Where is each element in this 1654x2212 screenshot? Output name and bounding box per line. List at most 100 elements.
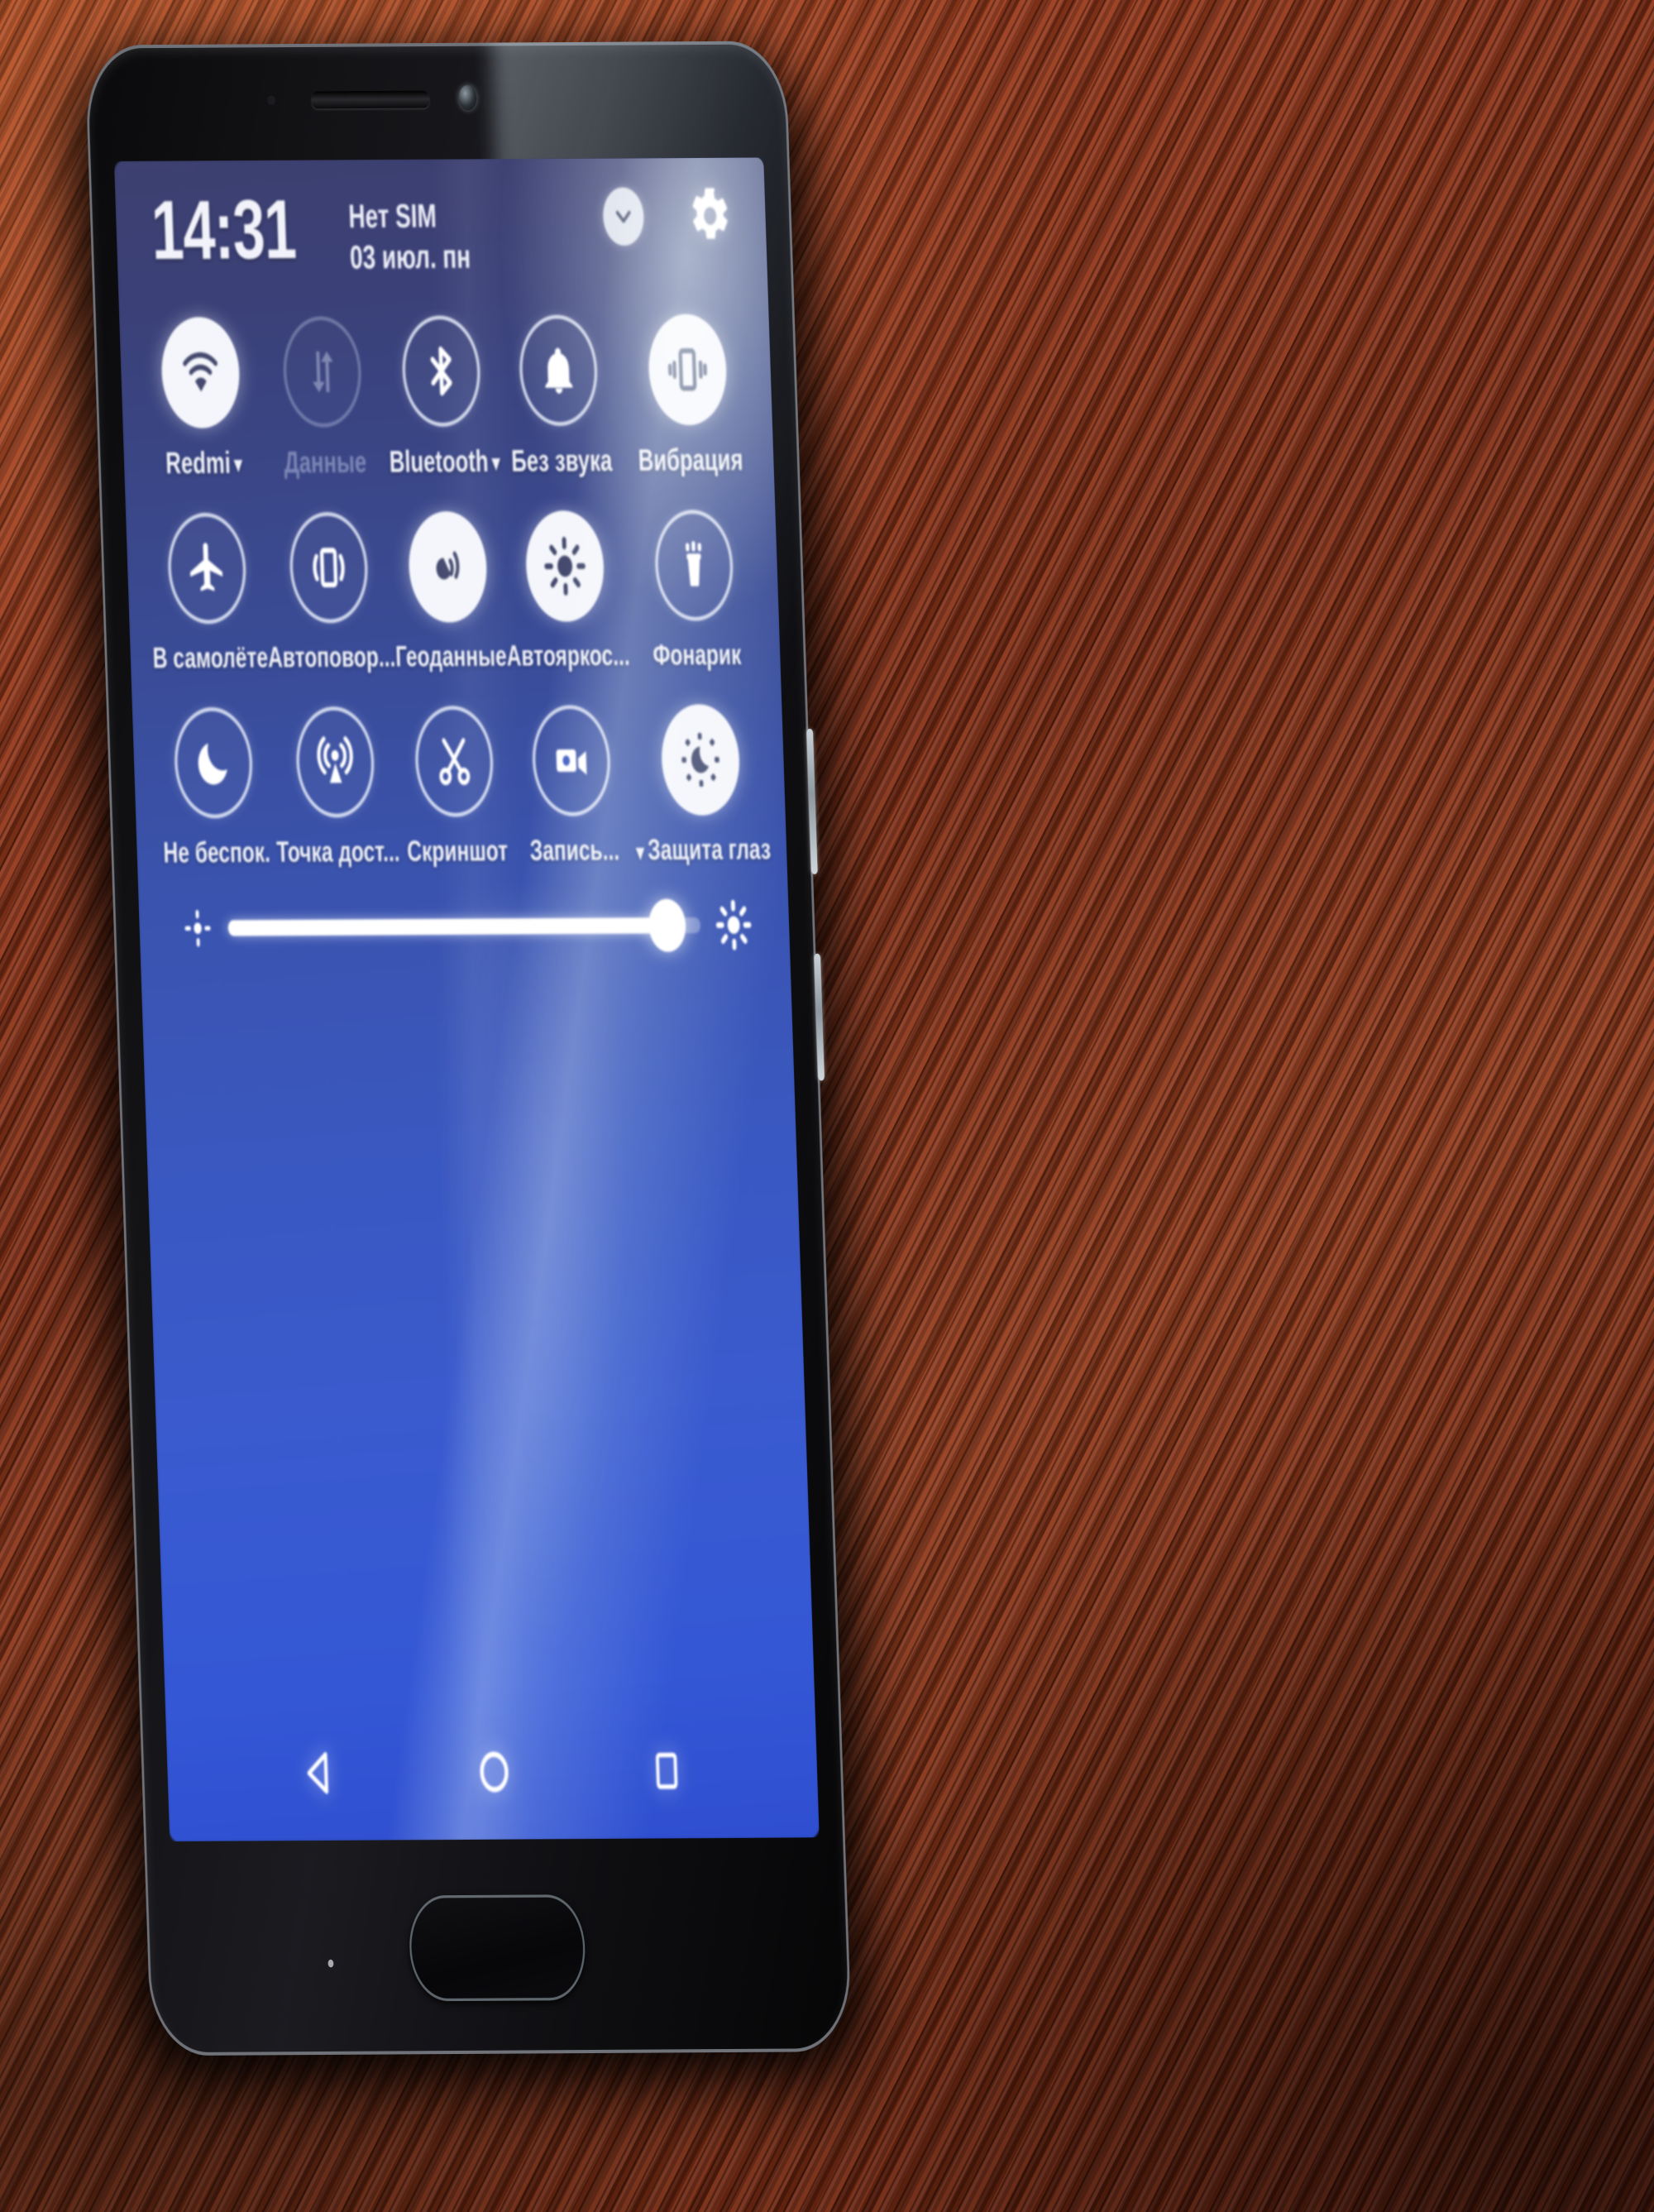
- tile-text-bluetooth: Bluetooth: [389, 443, 490, 479]
- quick-settings-panel: 14:31 Нет SIM 03 июл. пн Redmi ▾ Данные …: [114, 157, 820, 1841]
- tile-bluetooth[interactable]: Bluetooth ▾: [385, 315, 501, 480]
- bell-glyph: [545, 347, 573, 394]
- tile-label-flashlight: Фонарик: [653, 638, 742, 673]
- tile-vibrate[interactable]: Вибрация: [619, 314, 758, 478]
- data-transfer-icon[interactable]: [281, 316, 363, 428]
- tile-autorotate[interactable]: Автоповор...: [263, 511, 396, 676]
- tile-hotspot[interactable]: Точка дост...: [270, 706, 403, 870]
- brightness-slider-row[interactable]: [181, 898, 753, 955]
- eye-comfort-icon[interactable]: [659, 704, 742, 816]
- tile-label-eyecomfort: ▾ Защита глаз: [636, 832, 772, 868]
- tile-label-screenshot: Скриншот: [407, 834, 509, 869]
- tile-silent[interactable]: Без звука: [495, 314, 624, 479]
- tile-eyecomfort[interactable]: ▾ Защита глаз: [632, 704, 772, 868]
- location-glyph: [436, 551, 460, 580]
- tile-label-wifi: Redmi ▾: [165, 445, 243, 481]
- flashlight-glyph: [686, 541, 701, 587]
- brightness-thumb[interactable]: [648, 898, 687, 952]
- tile-mobile-data[interactable]: Данные: [256, 316, 390, 481]
- sim-and-date: Нет SIM 03 июл. пн: [348, 196, 471, 280]
- tile-label-airplane: В самолёте: [152, 641, 269, 676]
- header-icon-group: [602, 184, 734, 249]
- location-icon[interactable]: [407, 510, 489, 623]
- scissors-glyph: [439, 738, 471, 786]
- chevron-down-icon-bluetooth[interactable]: ▾: [491, 450, 500, 475]
- tile-autobrightness[interactable]: Автояркос...: [502, 510, 630, 674]
- screen-finger-smudge: [424, 898, 645, 1672]
- video-camera-icon[interactable]: [531, 705, 613, 816]
- recents-square-icon[interactable]: [649, 1747, 684, 1795]
- photo-scene: 14:31 Нет SIM 03 июл. пн Redmi ▾ Данные …: [0, 0, 1654, 2212]
- vibrate-icon[interactable]: [647, 314, 729, 426]
- brightness-fill: [227, 917, 668, 936]
- sim-status-text: Нет SIM: [347, 198, 437, 236]
- tile-text-dnd: Не беспок.: [162, 835, 271, 869]
- wifi-icon[interactable]: [160, 316, 242, 429]
- tile-label-location: Геоданные: [395, 639, 508, 674]
- tile-location[interactable]: Геоданные: [390, 510, 508, 675]
- airplane-icon[interactable]: [166, 512, 248, 625]
- gear-glyph: [692, 188, 728, 239]
- tile-text-silent: Без звука: [510, 443, 613, 478]
- earpiece-speaker-grille: [311, 90, 430, 109]
- quick-settings-tile-grid: Redmi ▾ Данные Bluetooth ▾ Без звука Виб…: [141, 314, 772, 871]
- tile-label-hotspot: Точка дост...: [276, 835, 400, 869]
- sun-icon[interactable]: [524, 510, 606, 622]
- tile-text-flashlight: Фонарик: [652, 638, 742, 672]
- chevron-down-glyph: [615, 210, 631, 223]
- tile-text-airplane: В самолёте: [152, 640, 269, 675]
- proximity-sensor: [266, 95, 276, 105]
- tile-text-autorotate: Автоповор...: [267, 639, 396, 674]
- home-glyph: [480, 1751, 509, 1793]
- tile-text-wifi: Redmi: [165, 445, 232, 481]
- home-circle-icon[interactable]: [475, 1745, 514, 1798]
- tile-flashlight[interactable]: Фонарик: [625, 510, 765, 673]
- eye-comfort-glyph: [681, 733, 719, 788]
- flashlight-icon[interactable]: [653, 510, 735, 621]
- chevron-down-icon-eyecomfort[interactable]: ▾: [636, 839, 645, 864]
- tile-label-silent: Без звука: [511, 443, 613, 479]
- tile-text-screenrecord: Запись...: [529, 833, 620, 867]
- auto-rotate-icon[interactable]: [288, 511, 370, 624]
- clock-time: 14:31: [150, 184, 298, 278]
- android-navigation-bar: [165, 1713, 819, 1831]
- chevron-down-icon-wifi[interactable]: ▾: [234, 452, 243, 476]
- wifi-glyph: [183, 352, 218, 392]
- data-transfer-glyph: [313, 351, 333, 393]
- tile-screenrecord[interactable]: Запись...: [509, 705, 637, 869]
- tile-text-location: Геоданные: [394, 639, 508, 673]
- tile-text-screenshot: Скриншот: [406, 833, 509, 868]
- bluetooth-glyph: [430, 346, 453, 396]
- brightness-track[interactable]: [227, 898, 701, 952]
- physical-home-button[interactable]: [408, 1894, 587, 2002]
- tile-label-bluetooth: Bluetooth ▾: [389, 443, 500, 480]
- brightness-high-icon: [715, 899, 752, 950]
- video-camera-glyph: [556, 749, 587, 775]
- tile-dnd[interactable]: Не беспок.: [155, 706, 275, 871]
- tile-label-autobrightness: Автояркос...: [506, 639, 630, 673]
- tile-label-autorotate: Автоповор...: [267, 640, 396, 676]
- tile-label-screenrecord: Запись...: [529, 833, 620, 868]
- bluetooth-icon[interactable]: [400, 315, 483, 428]
- gear-icon[interactable]: [687, 184, 734, 248]
- chevron-down-icon[interactable]: [602, 187, 645, 247]
- tile-airplane[interactable]: В самолёте: [148, 512, 269, 676]
- front-camera-lens: [458, 84, 477, 111]
- date-text: 03 июл. пн: [349, 238, 471, 277]
- tile-label-vibrate: Вибрация: [638, 442, 743, 478]
- brightness-low-icon: [184, 909, 211, 947]
- moon-icon[interactable]: [173, 706, 255, 819]
- recents-glyph: [656, 1752, 678, 1789]
- sun-glyph: [544, 537, 586, 596]
- tile-label-mobile-data: Данные: [284, 444, 367, 481]
- tile-wifi[interactable]: Redmi ▾: [141, 316, 262, 481]
- tile-text-mobile-data: Данные: [283, 444, 367, 480]
- tile-screenshot[interactable]: Скриншот: [397, 705, 514, 869]
- airplane-glyph: [190, 543, 223, 591]
- smartphone: 14:31 Нет SIM 03 июл. пн Redmi ▾ Данные …: [61, 41, 878, 2096]
- hotspot-icon[interactable]: [294, 706, 376, 818]
- back-triangle-icon[interactable]: [300, 1746, 339, 1799]
- back-glyph: [307, 1751, 328, 1794]
- bell-icon[interactable]: [518, 314, 600, 427]
- scissors-icon[interactable]: [414, 705, 495, 817]
